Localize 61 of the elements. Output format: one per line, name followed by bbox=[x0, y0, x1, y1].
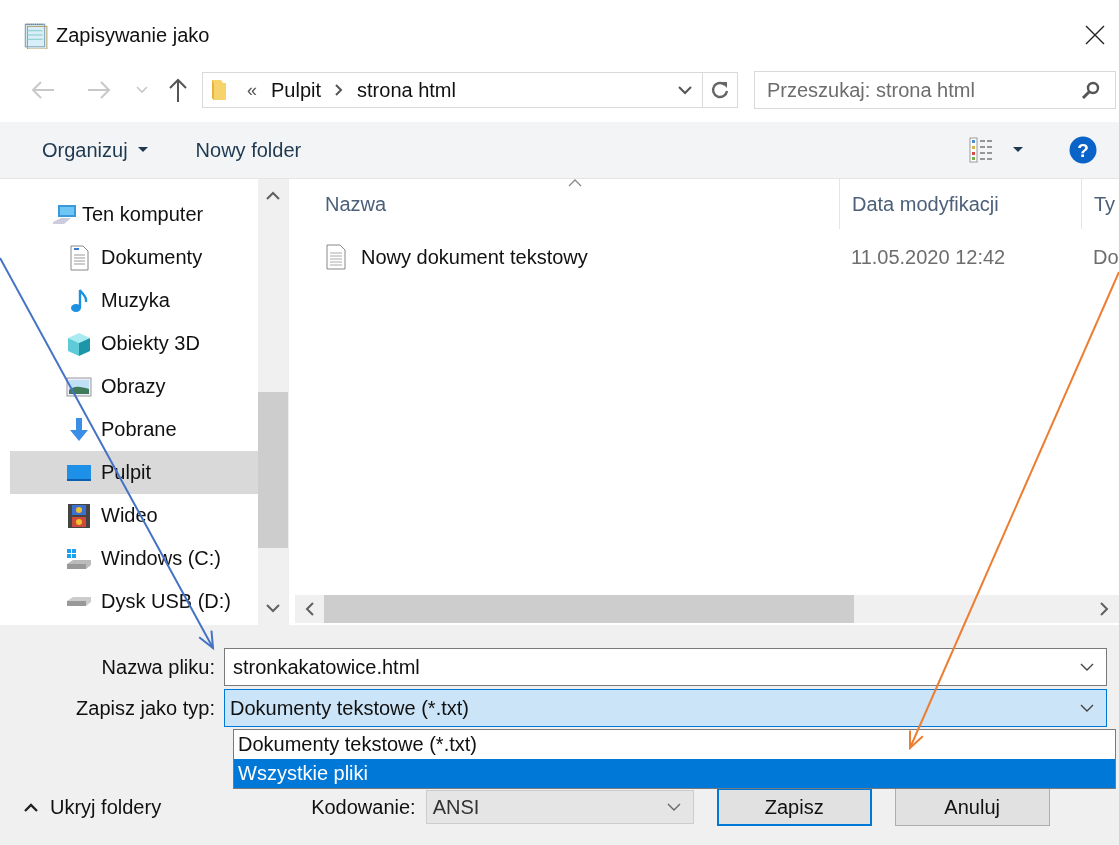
scroll-right-icon[interactable] bbox=[1100, 602, 1109, 616]
chevron-down-icon[interactable] bbox=[1080, 662, 1094, 672]
drive-icon bbox=[66, 596, 92, 607]
dropdown-option[interactable]: Wszystkie pliki bbox=[234, 759, 1115, 788]
help-icon[interactable]: ? bbox=[1069, 136, 1097, 164]
film-icon bbox=[66, 502, 92, 529]
close-icon[interactable] bbox=[1085, 25, 1105, 45]
encoding-dropdown[interactable]: ANSI bbox=[425, 790, 694, 824]
organize-menu-button[interactable]: Organizuj bbox=[42, 138, 148, 162]
chevron-up-icon bbox=[24, 802, 38, 812]
refresh-icon bbox=[710, 80, 730, 100]
column-header[interactable]: Data modyfikacji bbox=[839, 179, 1081, 229]
new-folder-button[interactable]: Nowy folder bbox=[195, 138, 302, 162]
window-title: Zapisywanie jako bbox=[56, 23, 210, 47]
sidebar-item[interactable]: Dokumenty bbox=[10, 236, 258, 279]
text-file-icon bbox=[325, 244, 347, 270]
hide-folders-button[interactable]: Ukryj foldery bbox=[24, 795, 162, 819]
breadcrumb[interactable]: Pulpit bbox=[271, 78, 322, 102]
up-arrow-icon[interactable] bbox=[168, 77, 188, 103]
dialog-button[interactable]: Zapisz bbox=[716, 788, 872, 826]
search-icon bbox=[1081, 80, 1101, 100]
folder-icon bbox=[211, 79, 227, 101]
scroll-down-icon[interactable] bbox=[266, 604, 280, 613]
sidebar-item[interactable]: Obiekty 3D bbox=[10, 322, 258, 365]
vertical-scrollbar[interactable] bbox=[258, 179, 288, 625]
field-label: Kodowanie: bbox=[311, 795, 416, 819]
search-field[interactable]: Przeszukaj: strona html bbox=[754, 71, 1116, 109]
sidebar-item[interactable]: Ten komputer bbox=[10, 193, 258, 236]
notepad-icon bbox=[22, 21, 48, 49]
address-bar[interactable]: « Pulpit strona html bbox=[202, 72, 738, 108]
file-type-dropdown[interactable]: Dokumenty tekstowe (*.txt) bbox=[224, 689, 1107, 727]
field-label: Zapisz jako typ: bbox=[75, 696, 216, 720]
scroll-up-icon[interactable] bbox=[266, 191, 280, 200]
sort-caret-icon bbox=[568, 179, 582, 187]
file-name-field[interactable]: stronkakatowice.html bbox=[224, 648, 1107, 686]
breadcrumb[interactable]: strona html bbox=[357, 78, 456, 102]
sidebar-item[interactable]: Muzyka bbox=[10, 279, 258, 322]
sidebar-item[interactable]: Obrazy bbox=[10, 365, 258, 408]
chevron-right-icon[interactable] bbox=[335, 84, 344, 96]
caret-icon bbox=[137, 147, 148, 153]
type-cell: Do bbox=[1093, 245, 1119, 269]
field-label: Nazwa pliku: bbox=[100, 655, 216, 679]
scroll-left-icon[interactable] bbox=[305, 602, 314, 616]
horizontal-scrollbar[interactable] bbox=[295, 595, 1119, 623]
chevron-down-icon bbox=[1080, 703, 1094, 713]
dropdown-option[interactable]: Dokumenty tekstowe (*.txt) bbox=[234, 730, 1115, 759]
column-header[interactable]: Ty bbox=[1081, 179, 1119, 229]
file-name-input[interactable]: stronkakatowice.html bbox=[225, 654, 1068, 680]
column-header[interactable]: Nazwa bbox=[289, 179, 839, 229]
caret-icon[interactable] bbox=[1013, 147, 1023, 153]
chevron-down-icon bbox=[666, 802, 681, 812]
sidebar-item[interactable]: Pobrane bbox=[10, 408, 258, 451]
scrollbar-thumb[interactable] bbox=[258, 392, 288, 548]
scrollbar-thumb[interactable] bbox=[324, 595, 854, 623]
overflow-chevron[interactable]: « bbox=[247, 79, 257, 101]
search-input[interactable]: Przeszukaj: strona html bbox=[755, 77, 1081, 103]
chevron-down-icon[interactable] bbox=[678, 85, 692, 95]
file-name[interactable]: Nowy dokument tekstowy bbox=[361, 245, 588, 269]
date-cell: 11.05.2020 12:42 bbox=[851, 245, 1006, 269]
cube-icon bbox=[66, 330, 92, 357]
dialog-button[interactable]: Anuluj bbox=[894, 788, 1050, 826]
